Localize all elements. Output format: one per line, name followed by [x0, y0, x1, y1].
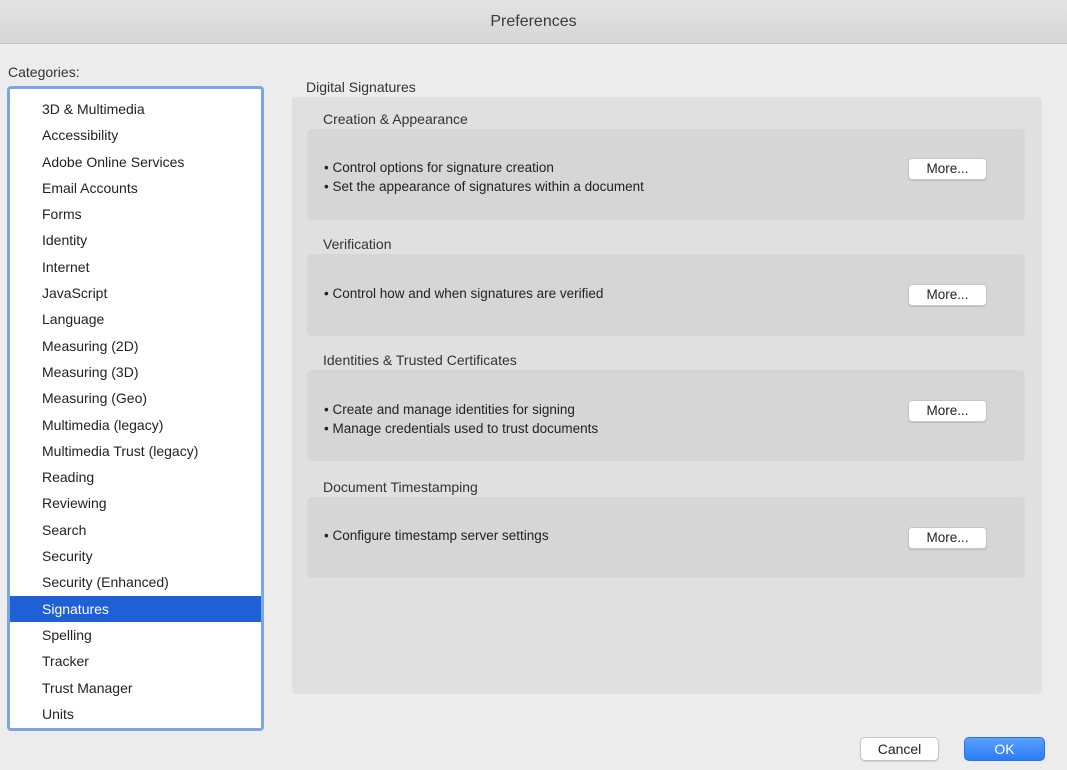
category-item-forms[interactable]: Forms [10, 201, 261, 227]
category-item-search[interactable]: Search [10, 517, 261, 543]
bullet-text: • Control options for signature creation [324, 160, 554, 175]
category-item-3d-multimedia[interactable]: 3D & Multimedia [10, 96, 261, 122]
ok-button[interactable]: OK [964, 737, 1045, 761]
category-item-trust-manager[interactable]: Trust Manager [10, 675, 261, 701]
bullet-text: • Configure timestamp server settings [324, 528, 549, 543]
category-item-reading[interactable]: Reading [10, 464, 261, 490]
cancel-button[interactable]: Cancel [860, 737, 939, 761]
category-item-multimedia-trust-legacy[interactable]: Multimedia Trust (legacy) [10, 438, 261, 464]
category-item-internet[interactable]: Internet [10, 254, 261, 280]
category-item-measuring-2d[interactable]: Measuring (2D) [10, 333, 261, 359]
category-item-tracker[interactable]: Tracker [10, 648, 261, 674]
category-item-reviewing[interactable]: Reviewing [10, 490, 261, 516]
signatures-panel: Creation & Appearance • Control options … [292, 97, 1042, 694]
category-item-multimedia-legacy[interactable]: Multimedia (legacy) [10, 412, 261, 438]
creation-appearance-more-button[interactable]: More... [908, 158, 987, 180]
group-label-creation-appearance: Creation & Appearance [323, 111, 468, 127]
category-item-units[interactable]: Units [10, 701, 261, 727]
timestamping-more-button[interactable]: More... [908, 527, 987, 549]
category-item-measuring-3d[interactable]: Measuring (3D) [10, 359, 261, 385]
categories-list[interactable]: 3D & Multimedia Accessibility Adobe Online… [7, 86, 264, 731]
category-item-language[interactable]: Language [10, 306, 261, 332]
category-item-signatures[interactable]: Signatures [10, 595, 261, 622]
window-title: Preferences [0, 0, 1067, 44]
category-item-email-accounts[interactable]: Email Accounts [10, 175, 261, 201]
group-verification: • Control how and when signatures are ve… [307, 254, 1025, 336]
group-timestamping: • Configure timestamp server settings Mo… [307, 497, 1025, 578]
verification-more-button[interactable]: More... [908, 284, 987, 306]
bullet-text: • Manage credentials used to trust docum… [324, 421, 599, 436]
category-item-adobe-online-services[interactable]: Adobe Online Services [10, 149, 261, 175]
bullet-text: • Set the appearance of signatures withi… [324, 179, 644, 194]
bullet-text: • Create and manage identities for signi… [324, 402, 575, 417]
group-label-timestamping: Document Timestamping [323, 479, 478, 495]
bullet-text: • Control how and when signatures are ve… [324, 286, 604, 301]
category-item-security-enhanced[interactable]: Security (Enhanced) [10, 569, 261, 595]
category-item-identity[interactable]: Identity [10, 227, 261, 253]
group-label-identities: Identities & Trusted Certificates [323, 352, 517, 368]
category-item-javascript[interactable]: JavaScript [10, 280, 261, 306]
category-item-spelling[interactable]: Spelling [10, 622, 261, 648]
category-item-security[interactable]: Security [10, 543, 261, 569]
category-item-measuring-geo[interactable]: Measuring (Geo) [10, 385, 261, 411]
categories-label: Categories: [8, 64, 80, 80]
group-identities: • Create and manage identities for signi… [307, 370, 1025, 461]
group-creation-appearance: • Control options for signature creation… [307, 129, 1025, 220]
group-label-verification: Verification [323, 236, 392, 252]
identities-more-button[interactable]: More... [908, 400, 987, 422]
section-title: Digital Signatures [306, 79, 416, 95]
category-item-accessibility[interactable]: Accessibility [10, 122, 261, 148]
